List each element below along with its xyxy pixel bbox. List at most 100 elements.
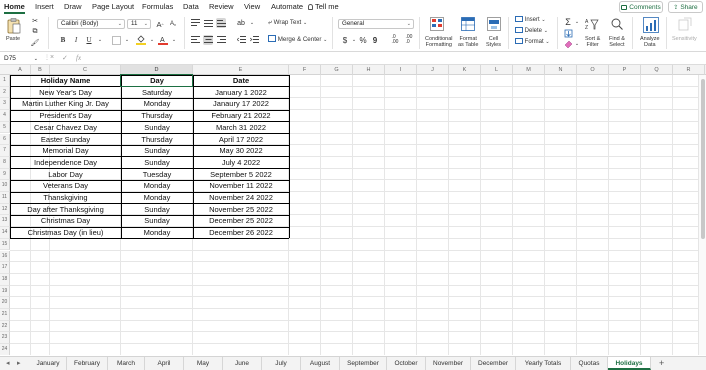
row-header[interactable]: 9 [0,168,10,181]
date-cell[interactable]: December 25 2022 [193,215,289,227]
fill-color-icon[interactable] [136,35,146,45]
holiday-name-cell[interactable]: President's Day [10,110,121,122]
chevron-down-icon[interactable]: ⌄ [122,35,132,45]
column-header-o[interactable]: O [577,65,609,75]
sheet-tab-october[interactable]: October [387,357,426,370]
insert-cells-button[interactable]: Insert ⌄ [515,16,546,23]
day-cell[interactable]: Saturday [121,87,193,99]
sheet-tab-july[interactable]: July [262,357,301,370]
date-cell[interactable]: February 21 2022 [193,110,289,122]
find-select-label[interactable]: Find & Select [609,36,625,48]
column-header-f[interactable]: F [289,65,321,75]
align-right-icon[interactable] [216,35,226,45]
sheet-tab-june[interactable]: June [223,357,262,370]
tab-formulas[interactable]: Formulas [142,2,173,11]
delete-cells-button[interactable]: Delete ⌄ [515,27,548,34]
row-header[interactable]: 12 [0,203,10,216]
copy-icon[interactable]: ⧉ [30,27,40,37]
decrease-indent-icon[interactable] [236,35,246,45]
row-header[interactable]: 18 [0,273,10,286]
chevron-down-icon[interactable]: ⌄ [247,18,257,28]
row-header[interactable]: 17 [0,262,10,274]
font-color-icon[interactable]: A [158,35,168,45]
holiday-name-cell[interactable]: Memorial Day [10,145,121,157]
column-header-b[interactable]: B [31,65,50,75]
sheet-tab-november[interactable]: November [426,357,471,370]
row-header[interactable]: 11 [0,192,10,204]
align-bottom-icon[interactable] [216,18,226,28]
holiday-name-cell[interactable]: Christmas Day [10,215,121,227]
date-cell[interactable]: January 1 2022 [193,87,289,99]
day-cell[interactable]: Sunday [121,157,193,169]
day-cell[interactable]: Monday [121,192,193,204]
font-size-select[interactable]: 11 ⌄ [127,19,151,29]
align-middle-icon[interactable] [203,18,213,28]
sheet-tab-february[interactable]: February [67,357,108,370]
holiday-name-cell[interactable]: Christmas Day (in lieu) [10,227,121,239]
conditional-formatting-icon[interactable] [430,17,444,31]
column-header-e[interactable]: E [193,65,289,75]
holiday-name-cell[interactable]: Cesar Chavez Day [10,122,121,134]
column-header-m[interactable]: M [513,65,545,75]
enter-icon[interactable]: ✓ [62,54,68,62]
sort-filter-label[interactable]: Sort & Filter [585,36,600,48]
row-header[interactable]: 7 [0,145,10,157]
row-header[interactable]: 15 [0,238,10,251]
percent-button[interactable]: % [358,35,368,45]
column-header-g[interactable]: G [321,65,353,75]
analyze-data-icon[interactable] [643,17,659,33]
day-cell[interactable]: Sunday [121,204,193,216]
sheet-tab-yearly-totals[interactable]: Yearly Totals [516,357,571,370]
conditional-formatting-label[interactable]: Conditional Formatting [425,36,453,48]
tab-data[interactable]: Data [183,2,199,11]
column-header-c[interactable]: C [50,65,121,75]
name-box[interactable]: D75 ⌄ [2,54,40,64]
holiday-name-cell[interactable]: Labor Day [10,169,121,181]
increase-decimal-icon[interactable]: .0.00 [390,35,400,45]
day-cell[interactable]: Tuesday [121,169,193,181]
sheet-tab-april[interactable]: April [145,357,184,370]
bold-button[interactable]: B [58,35,68,45]
row-header[interactable]: 16 [0,250,10,263]
sheet-tab-quotas[interactable]: Quotas [571,357,608,370]
merge-center-button[interactable]: Merge & Center ⌄ [268,35,327,43]
tab-home[interactable]: Home [4,2,25,14]
cell-styles-label[interactable]: Cell Styles [486,36,501,48]
holiday-name-cell[interactable]: Martin Luther King Jr. Day [10,98,121,110]
format-as-table-icon[interactable] [461,17,475,31]
date-cell[interactable]: May 30 2022 [193,145,289,157]
decrease-font-icon[interactable]: Av [168,19,178,29]
row-header[interactable]: 4 [0,110,10,122]
date-cell[interactable]: November 24 2022 [193,192,289,204]
add-sheet-button[interactable]: + [659,357,664,370]
row-header[interactable]: 10 [0,180,10,192]
cut-icon[interactable]: ✂ [30,16,40,26]
column-header-l[interactable]: L [481,65,513,75]
underline-button[interactable]: U [84,35,94,45]
comments-button[interactable]: Comments [619,1,663,13]
tab-view[interactable]: View [244,2,260,11]
row-header[interactable]: 21 [0,309,10,321]
sheet-tab-may[interactable]: May [184,357,223,370]
holiday-name-cell[interactable]: Day after Thanksgiving [10,204,121,216]
column-header-j[interactable]: J [417,65,449,75]
tab-review[interactable]: Review [209,2,234,11]
day-cell[interactable]: Thursday [121,134,193,146]
header-date-cell[interactable]: Date [193,75,289,87]
chevron-down-icon[interactable]: ⌄ [147,35,157,45]
format-cells-button[interactable]: Format ⌄ [515,38,550,45]
row-header[interactable]: 20 [0,297,10,309]
next-sheet-icon[interactable]: ▸ [17,359,21,367]
holiday-name-cell[interactable]: Veterans Day [10,180,121,192]
chevron-down-icon[interactable]: ⌄ [572,17,582,27]
decrease-decimal-icon[interactable]: .00.0 [404,35,414,45]
sheet-tab-september[interactable]: September [340,357,387,370]
date-cell[interactable]: November 25 2022 [193,204,289,216]
increase-indent-icon[interactable] [249,35,259,45]
column-header-a[interactable]: A [10,65,31,75]
holiday-name-cell[interactable]: Thanskgiving [10,192,121,204]
share-button[interactable]: ⇪ Share [668,1,703,13]
day-cell[interactable]: Sunday [121,122,193,134]
analyze-data-label[interactable]: Analyze Data [640,36,660,48]
increase-font-icon[interactable]: A ^ [155,19,165,29]
